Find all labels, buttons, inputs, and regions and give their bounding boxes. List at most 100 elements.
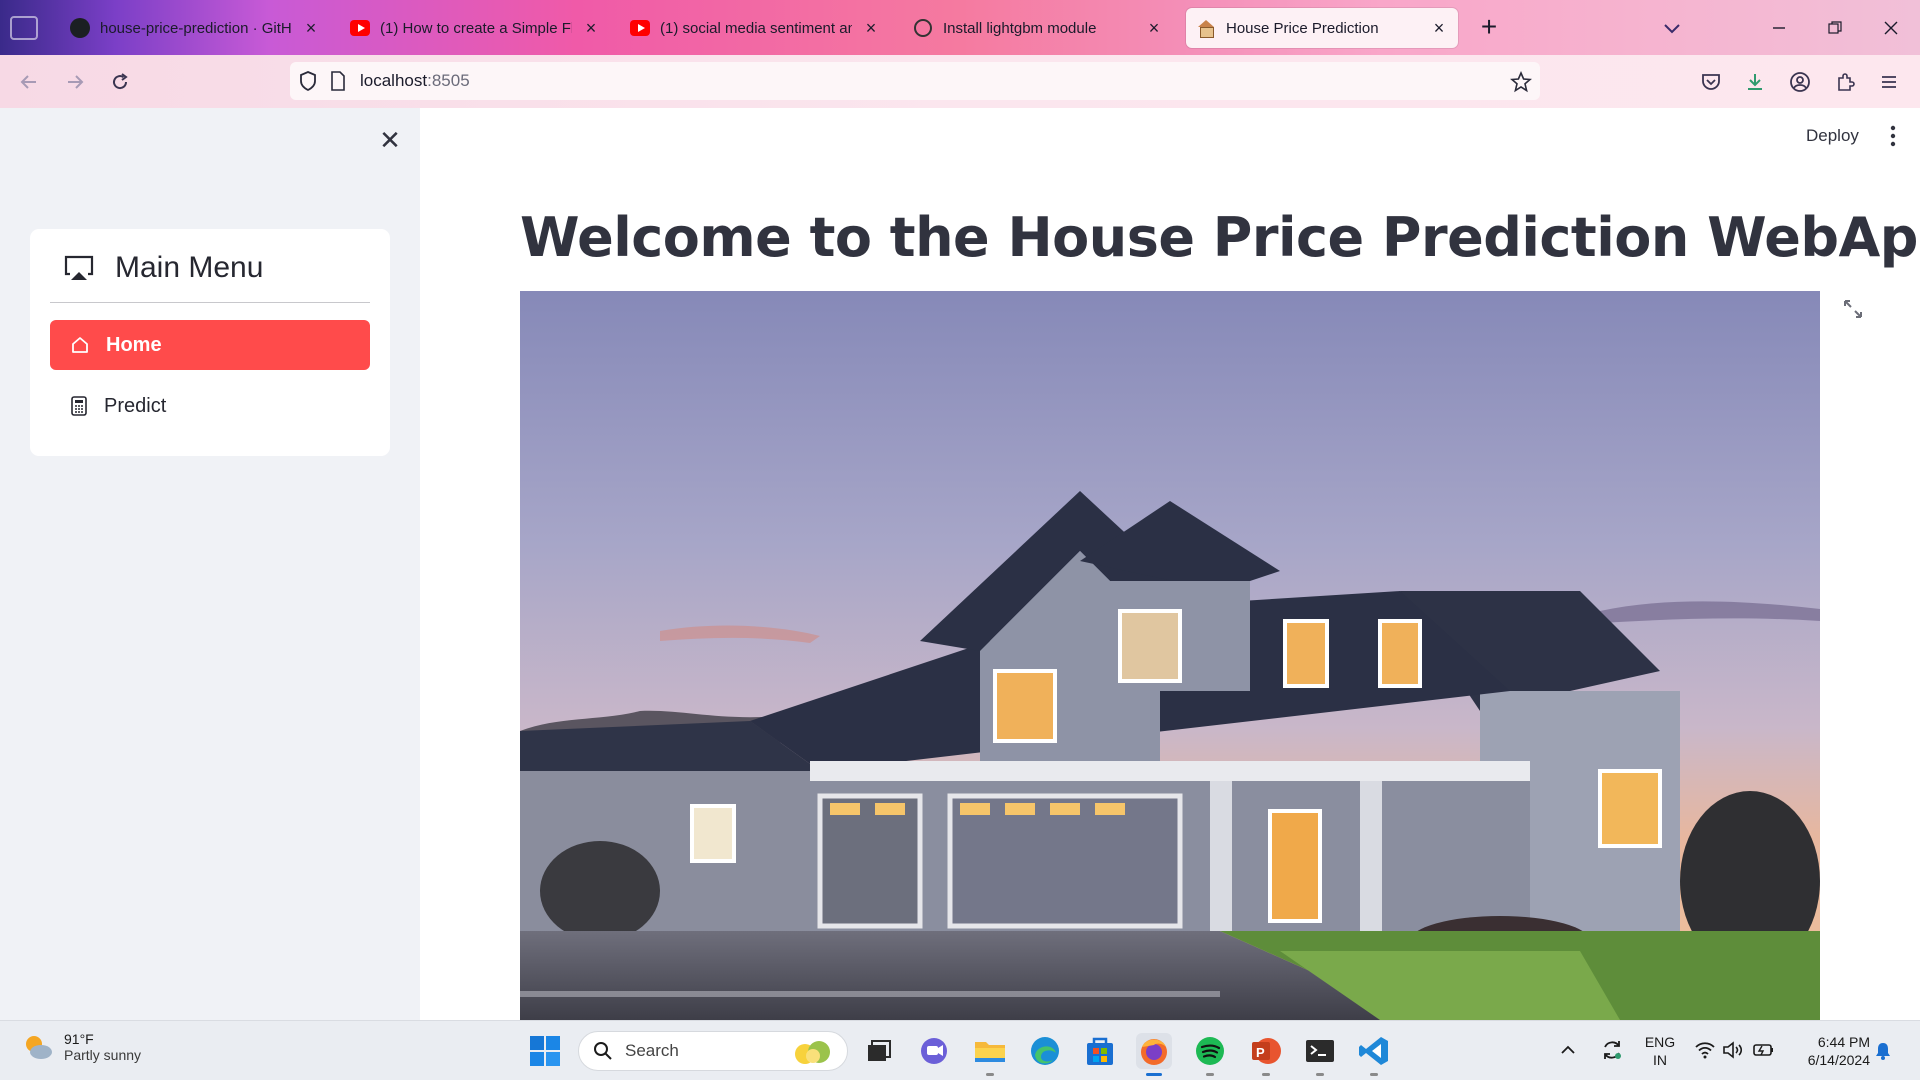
terminal-icon[interactable] <box>1302 1033 1338 1069</box>
menu-divider <box>50 302 370 303</box>
powerpoint-icon[interactable]: P <box>1248 1033 1284 1069</box>
fullscreen-icon[interactable] <box>1842 298 1864 320</box>
calculator-icon <box>71 396 87 416</box>
tab-youtube-flask[interactable]: (1) How to create a Simple Flask × <box>340 8 610 48</box>
chevron-down-icon[interactable] <box>1660 16 1684 40</box>
tab-title: house-price-prediction · GitHub <box>100 19 292 37</box>
menu-title: Main Menu <box>115 251 264 284</box>
close-sidebar-icon[interactable]: ✕ <box>378 127 402 153</box>
language-indicator[interactable]: ENG IN <box>1644 1033 1676 1069</box>
firefox-icon[interactable] <box>1136 1033 1172 1069</box>
more-options-icon[interactable] <box>1888 124 1898 148</box>
volume-icon[interactable] <box>1722 1041 1744 1059</box>
teams-chat-icon[interactable] <box>916 1033 952 1069</box>
tab-title: (1) social media sentiment analysis <box>660 19 852 37</box>
back-arrow-icon[interactable] <box>14 67 44 97</box>
browser-tab-bar: house-price-prediction · GitHub × (1) Ho… <box>0 0 1920 55</box>
partly-sunny-icon <box>26 1036 52 1059</box>
running-indicator <box>1262 1073 1270 1076</box>
tab-title: Install lightgbm module <box>943 19 1097 37</box>
close-window-icon[interactable] <box>1868 10 1914 46</box>
close-tab-icon[interactable]: × <box>862 19 880 37</box>
spotify-icon[interactable] <box>1192 1033 1228 1069</box>
weather-temp: 91°F <box>64 1031 94 1047</box>
active-indicator <box>1146 1073 1162 1076</box>
reload-icon[interactable] <box>105 67 135 97</box>
tab-title: (1) How to create a Simple Flask <box>380 19 572 37</box>
weather-condition: Partly sunny <box>64 1047 142 1063</box>
minimize-icon[interactable] <box>1756 10 1802 46</box>
battery-icon[interactable] <box>1752 1041 1776 1059</box>
menu-header: Main Menu <box>63 251 263 285</box>
menu-item-label: Predict <box>104 394 167 417</box>
deploy-button[interactable]: Deploy <box>1806 126 1859 146</box>
chevron-up-icon[interactable] <box>1560 1043 1576 1057</box>
file-explorer-icon[interactable] <box>972 1033 1008 1069</box>
url-port: :8505 <box>427 71 470 90</box>
running-indicator <box>986 1073 994 1076</box>
youtube-icon <box>630 18 650 38</box>
page-icon[interactable] <box>330 71 346 91</box>
notification-bell-icon[interactable] <box>1874 1041 1892 1061</box>
page-title: Welcome to the House Price Prediction We… <box>520 206 1920 269</box>
search-highlight-icon <box>795 1041 830 1064</box>
clock-time: 6:44 PM <box>1817 1034 1870 1050</box>
shield-icon[interactable] <box>298 70 318 92</box>
house-photo <box>520 291 1820 1020</box>
forward-arrow-icon[interactable] <box>60 67 90 97</box>
task-view-icon[interactable] <box>862 1033 898 1069</box>
running-indicator <box>1370 1073 1378 1076</box>
youtube-icon <box>350 18 370 38</box>
close-tab-icon[interactable]: × <box>1145 19 1163 37</box>
menu-item-predict[interactable]: Predict <box>50 381 370 431</box>
new-tab-button[interactable]: + <box>1474 12 1504 42</box>
account-icon[interactable] <box>1785 67 1815 97</box>
main-menu-card: Main Menu Home Predict <box>30 229 390 456</box>
tab-house-price[interactable]: House Price Prediction × <box>1186 8 1458 48</box>
windows-start-icon[interactable] <box>528 1034 562 1068</box>
lang-code: ENG <box>1644 1034 1676 1050</box>
download-icon[interactable] <box>1740 67 1770 97</box>
running-indicator <box>1206 1073 1214 1076</box>
sync-icon[interactable] <box>1600 1038 1624 1062</box>
main-content: Deploy Welcome to the House Price Predic… <box>420 108 1920 1020</box>
house-icon <box>1196 18 1216 38</box>
github-icon <box>70 18 90 38</box>
extensions-icon[interactable] <box>1830 67 1860 97</box>
close-tab-icon[interactable]: × <box>582 19 600 37</box>
clock[interactable]: 6:44 PM 6/14/2024 <box>1790 1033 1870 1069</box>
running-indicator <box>1316 1073 1324 1076</box>
svg-text:P: P <box>1256 1045 1265 1060</box>
menu-item-home[interactable]: Home <box>50 320 370 370</box>
close-tab-icon[interactable]: × <box>302 19 320 37</box>
wifi-icon[interactable] <box>1694 1041 1716 1059</box>
address-bar[interactable]: localhost :8505 <box>290 62 1540 100</box>
browser-nav-bar: localhost :8505 <box>0 55 1920 163</box>
house-icon <box>72 337 88 353</box>
sidebar: ✕ Main Menu Home Predict <box>0 108 420 1020</box>
clock-date: 6/14/2024 <box>1807 1052 1870 1068</box>
pocket-icon[interactable] <box>1696 67 1726 97</box>
weather-widget[interactable]: 91°F Partly sunny <box>22 1031 141 1063</box>
microsoft-store-icon[interactable] <box>1082 1033 1118 1069</box>
lang-region: IN <box>1653 1052 1667 1068</box>
restore-icon[interactable] <box>1812 10 1858 46</box>
hamburger-menu-icon[interactable] <box>1874 67 1904 97</box>
url-host: localhost <box>360 71 428 90</box>
tab-title: House Price Prediction <box>1226 19 1379 37</box>
close-tab-icon[interactable]: × <box>1430 19 1448 37</box>
bookmark-star-icon[interactable] <box>1510 71 1532 93</box>
search-icon <box>594 1042 612 1060</box>
tab-lightgbm[interactable]: Install lightgbm module × <box>903 8 1173 48</box>
tab-github[interactable]: house-price-prediction · GitHub × <box>60 8 330 48</box>
cast-icon <box>64 255 94 280</box>
search-placeholder: Search <box>625 1041 679 1060</box>
vscode-icon[interactable] <box>1356 1033 1392 1069</box>
chatgpt-icon <box>913 18 933 38</box>
edge-icon[interactable] <box>1027 1033 1063 1069</box>
taskbar-search[interactable]: Search <box>578 1031 848 1071</box>
tab-youtube-sentiment[interactable]: (1) social media sentiment analysis × <box>620 8 890 48</box>
taskbar: 91°F Partly sunny Search P ENG IN 6:44 P… <box>0 1020 1920 1080</box>
menu-item-label: Home <box>106 333 162 356</box>
tab-list-icon[interactable] <box>10 16 38 40</box>
